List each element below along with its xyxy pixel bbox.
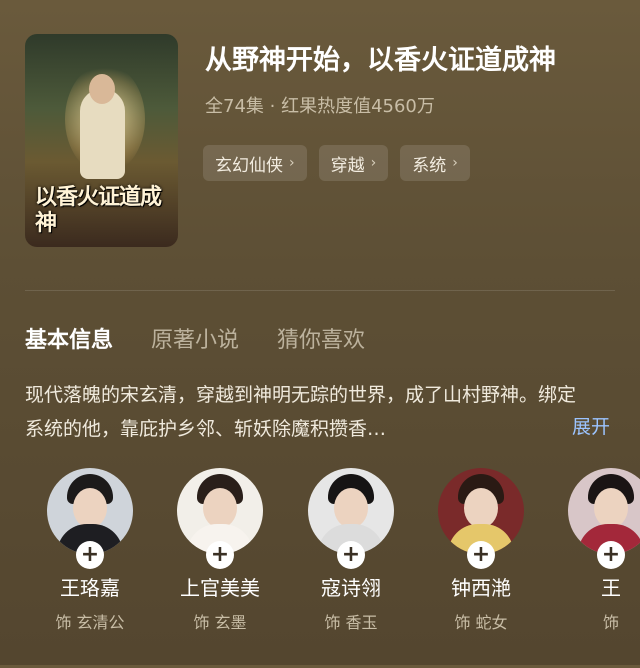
cast-member[interactable]: + 王 饰 bbox=[546, 468, 640, 633]
cast-name: 寇诗翎 bbox=[321, 576, 381, 600]
tag-genre-chuanyue[interactable]: 穿越 › bbox=[318, 145, 389, 181]
follow-plus-icon[interactable]: + bbox=[597, 541, 625, 569]
avatar-face bbox=[464, 488, 498, 528]
tag-genre-xitong[interactable]: 系统 › bbox=[400, 145, 470, 181]
expand-link[interactable]: 展开 bbox=[572, 412, 610, 439]
cast-member[interactable]: + 钟西滟 饰 蛇女 bbox=[416, 468, 546, 633]
poster-title-art: 以香火证道成神 bbox=[35, 184, 162, 236]
cast-role: 饰 香玉 bbox=[324, 613, 378, 632]
cast-name: 王珞嘉 bbox=[60, 576, 120, 600]
avatar-face bbox=[203, 488, 237, 528]
avatar-face bbox=[73, 488, 107, 528]
cast-role: 饰 玄清公 bbox=[55, 613, 125, 632]
poster-head bbox=[89, 74, 115, 104]
drama-poster[interactable]: 以香火证道成神 bbox=[25, 34, 178, 247]
cast-member[interactable]: + 寇诗翎 饰 香玉 bbox=[286, 468, 416, 633]
cast-list: + 王珞嘉 饰 玄清公 + 上官美美 饰 玄墨 + 寇诗翎 饰 香玉 + 钟西滟… bbox=[0, 468, 640, 668]
tag-label: 穿越 bbox=[330, 155, 365, 176]
cast-role: 饰 bbox=[602, 613, 619, 632]
tag-label: 系统 bbox=[412, 155, 447, 176]
avatar-face bbox=[594, 488, 628, 528]
chevron-right-icon: › bbox=[370, 155, 377, 171]
follow-plus-icon[interactable]: + bbox=[337, 541, 365, 569]
description-text: 现代落魄的宋玄清，穿越到神明无踪的世界，成了山村野神。绑定系统的他，靠庇护乡邻、… bbox=[25, 384, 577, 440]
tag-genre-xuanhuan[interactable]: 玄幻仙侠 › bbox=[203, 145, 307, 181]
cast-name: 钟西滟 bbox=[451, 576, 511, 600]
avatar-face bbox=[334, 488, 368, 528]
cast-member[interactable]: + 上官美美 饰 玄墨 bbox=[155, 468, 285, 633]
tag-label: 玄幻仙侠 bbox=[215, 155, 283, 176]
cast-role: 饰 蛇女 bbox=[454, 613, 508, 632]
drama-title: 从野神开始，以香火证道成神 bbox=[205, 45, 556, 76]
tab-recommendations[interactable]: 猜你喜欢 bbox=[277, 322, 365, 354]
tab-original-novel[interactable]: 原著小说 bbox=[151, 322, 239, 354]
cast-member[interactable]: + 王珞嘉 饰 玄清公 bbox=[25, 468, 155, 633]
tag-list: 玄幻仙侠 › 穿越 › 系统 › bbox=[203, 145, 470, 181]
follow-plus-icon[interactable]: + bbox=[76, 541, 104, 569]
follow-plus-icon[interactable]: + bbox=[467, 541, 495, 569]
tab-bar: 基本信息 原著小说 猜你喜欢 bbox=[25, 322, 365, 354]
cast-name: 上官美美 bbox=[180, 576, 260, 600]
divider bbox=[25, 290, 615, 291]
tab-basic-info[interactable]: 基本信息 bbox=[25, 322, 113, 354]
follow-plus-icon[interactable]: + bbox=[206, 541, 234, 569]
drama-meta: 全74集 · 红果热度值4560万 bbox=[205, 96, 435, 117]
chevron-right-icon: › bbox=[452, 155, 458, 171]
cast-name: 王 bbox=[601, 576, 621, 600]
cast-role: 饰 玄墨 bbox=[193, 613, 247, 632]
chevron-right-icon: › bbox=[289, 155, 295, 171]
